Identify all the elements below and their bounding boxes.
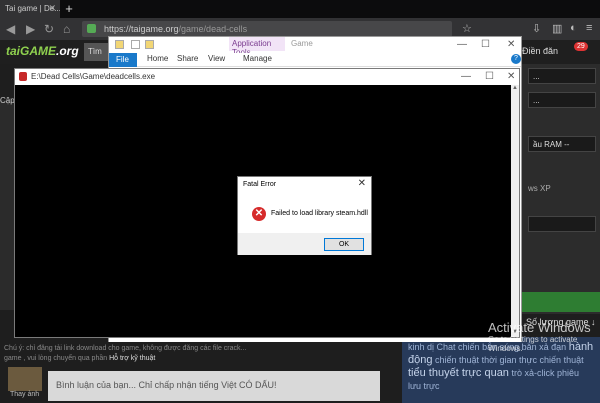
explorer-titlebar[interactable]: Application Tools Game — ☐ ✕ — [109, 37, 521, 57]
browser-tabbar: Tai game | De... ✕ + — [0, 0, 600, 18]
tag-link[interactable]: tiểu thuyết trực quan — [408, 367, 509, 379]
browser-tab[interactable]: Tai game | De... ✕ — [0, 0, 60, 18]
dialog-title: Fatal Error — [243, 181, 277, 188]
bookmark-star-icon[interactable]: ☆ — [462, 22, 472, 35]
lock-icon — [87, 24, 96, 33]
properties-icon[interactable] — [131, 40, 140, 49]
folder-icon — [115, 40, 124, 49]
ribbon-tabs: File Home Share View Manage ? — [109, 53, 521, 67]
url-bar[interactable]: https://taigame.org/game/dead-cells — [82, 21, 452, 37]
dialog-footer: OK — [238, 233, 371, 255]
ram-select[interactable]: ầu RAM -- — [528, 136, 596, 152]
new-folder-icon[interactable] — [145, 40, 154, 49]
help-icon[interactable]: ? — [511, 54, 521, 64]
url-path: /game/dead-cells — [178, 24, 248, 34]
back-icon[interactable]: ◀ — [6, 22, 15, 36]
comment-input[interactable]: Bình luận của bạn... Chỉ chấp nhận tiếng… — [48, 371, 380, 401]
close-icon[interactable]: ✕ — [507, 39, 515, 50]
tab-file[interactable]: File — [109, 53, 137, 67]
new-tab-button[interactable]: + — [63, 1, 75, 16]
tag-link[interactable]: chiến thuật — [435, 355, 479, 365]
ok-button[interactable]: OK — [324, 238, 364, 251]
tab-manage[interactable]: Manage — [243, 54, 272, 63]
filter-field[interactable]: ... — [528, 68, 596, 84]
home-icon[interactable]: ⌂ — [63, 22, 70, 36]
filter-field[interactable]: ... — [528, 92, 596, 108]
application-tools-tab[interactable]: Application Tools — [229, 37, 285, 57]
downloads-icon[interactable]: ⇩ — [532, 22, 541, 35]
tag-link[interactable]: kinh dị — [408, 342, 434, 352]
window-title: Game — [291, 39, 313, 48]
os-option: ws XP — [528, 184, 551, 193]
left-caption: Cập — [0, 96, 15, 105]
dialog-message: Failed to load library steam.hdll — [271, 210, 368, 217]
app-icon — [19, 72, 27, 81]
minimize-icon[interactable]: — — [461, 71, 471, 82]
scroll-up-icon[interactable]: ▲ — [511, 85, 519, 93]
site-logo[interactable]: taiGAME.org — [6, 44, 79, 58]
tag-link[interactable]: thời gian thực — [482, 355, 537, 365]
notice-text: Chú ý: chỉ đăng tải link download cho ga… — [4, 345, 247, 362]
support-link[interactable]: Hỗ trợ kỹ thuật — [109, 355, 155, 362]
filter-submit-bar[interactable] — [522, 292, 600, 312]
tab-close-icon[interactable]: ✕ — [48, 3, 56, 14]
tab-view[interactable]: View — [208, 54, 225, 63]
error-icon: ✕ — [252, 207, 266, 221]
tag-link[interactable]: Chat chiến — [437, 342, 480, 352]
menu-icon[interactable]: ≡ — [586, 22, 592, 34]
tab-share[interactable]: Share — [177, 54, 198, 63]
console-titlebar[interactable]: E:\Dead Cells\Game\deadcells.exe — ☐ ✕ — [15, 69, 519, 85]
close-icon[interactable]: ✕ — [358, 178, 366, 189]
avatar[interactable] — [8, 367, 42, 391]
extension-icon[interactable]: ◐ — [570, 22, 577, 34]
reload-icon[interactable]: ↻ — [44, 22, 54, 36]
tab-home[interactable]: Home — [147, 54, 168, 63]
maximize-icon[interactable]: ☐ — [485, 71, 494, 82]
minimize-icon[interactable]: — — [457, 39, 467, 50]
filter-field[interactable] — [528, 216, 596, 232]
fatal-error-dialog: Fatal Error ✕ ✕ Failed to load library s… — [237, 176, 372, 255]
console-title: E:\Dead Cells\Game\deadcells.exe — [31, 72, 156, 81]
url-host: https://taigame.org — [104, 24, 179, 34]
left-strip — [0, 100, 14, 310]
activate-windows-watermark: Activate Windows Go to Settings to activ… — [488, 320, 591, 353]
library-icon[interactable]: ▥ — [552, 22, 562, 35]
tag-link[interactable]: trò xả-click — [511, 368, 554, 378]
notification-badge[interactable]: 29 — [574, 42, 588, 51]
console-scrollbar[interactable]: ▲ ▼ — [511, 85, 519, 337]
close-icon[interactable]: ✕ — [507, 71, 515, 82]
filter-panel: ... ... ầu RAM -- ws XP — [522, 64, 600, 314]
site-login-link[interactable]: Điền đăn — [522, 46, 558, 56]
change-avatar-link[interactable]: Thay ảnh — [10, 391, 39, 398]
maximize-icon[interactable]: ☐ — [481, 39, 490, 50]
tag-link[interactable]: chiến thuật — [540, 355, 584, 365]
forward-icon[interactable]: ▶ — [26, 22, 35, 36]
